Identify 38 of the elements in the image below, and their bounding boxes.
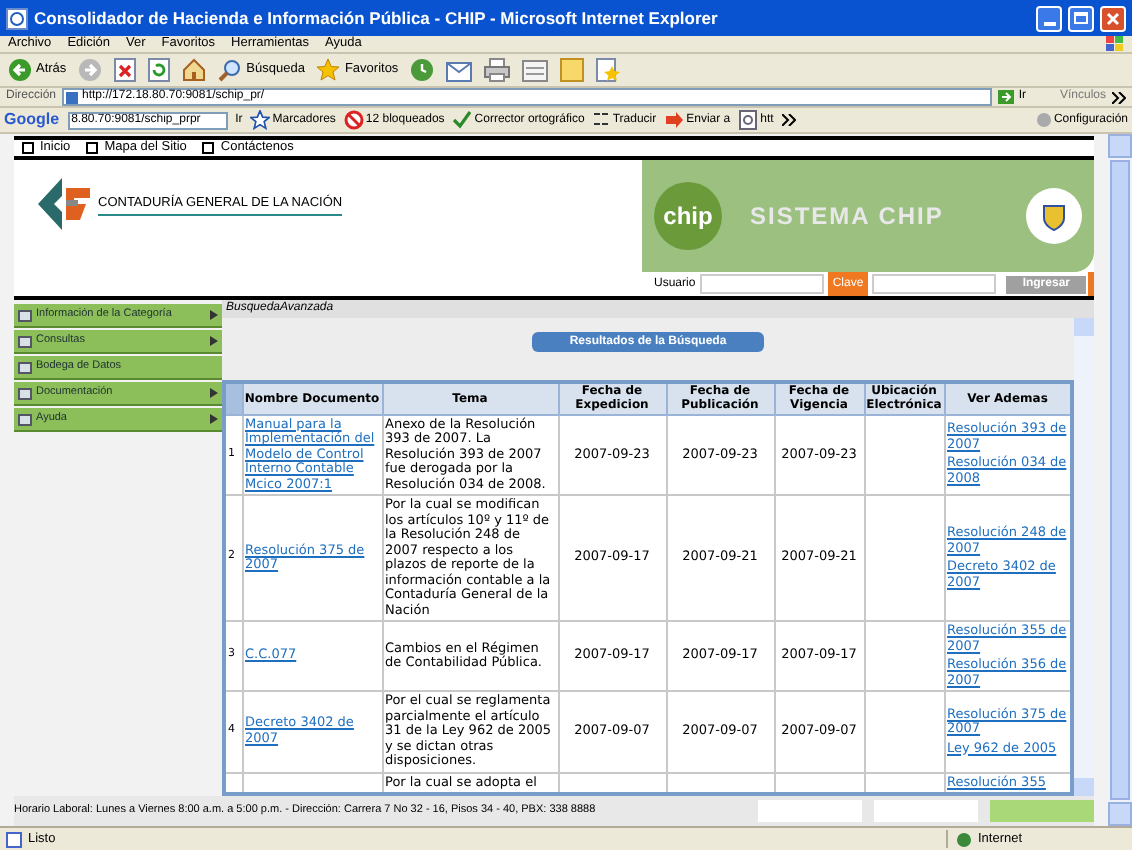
history-icon — [410, 58, 435, 82]
home-icon — [182, 58, 207, 82]
chevron-icon — [1112, 91, 1126, 103]
refresh-icon — [148, 58, 171, 82]
spellcheck-icon — [452, 110, 473, 130]
scrollbar[interactable] — [1108, 134, 1132, 826]
maximize-button[interactable] — [1068, 5, 1094, 31]
star-icon — [316, 58, 341, 82]
globe-icon — [956, 831, 972, 847]
org-logo-icon — [38, 178, 94, 230]
user-field[interactable] — [699, 274, 825, 294]
stop-icon — [114, 58, 137, 82]
minimize-button[interactable] — [1036, 5, 1062, 31]
banner-placeholder — [990, 800, 1094, 822]
back-icon — [8, 58, 32, 82]
forward-icon — [78, 58, 103, 82]
star-icon — [250, 110, 271, 130]
blocked-icon — [343, 110, 364, 130]
go-arrow-icon — [998, 90, 1015, 104]
scrollbar[interactable] — [1074, 318, 1094, 796]
browser-icon — [6, 7, 28, 29]
window-title: Consolidador de Hacienda e Información Pública - CHIP - Microsoft Internet Explorer — [34, 5, 720, 31]
research-icon — [596, 58, 621, 82]
shield-icon — [1040, 200, 1068, 232]
system-title: SISTEMA CHIP — [750, 200, 946, 234]
windows-logo-icon — [1106, 36, 1124, 52]
send-icon — [664, 110, 685, 130]
close-icon — [1106, 11, 1120, 25]
close-button[interactable] — [1100, 5, 1126, 31]
note-icon — [560, 58, 585, 82]
chevron-icon — [781, 114, 796, 126]
mail-icon — [446, 59, 473, 81]
password-field[interactable] — [871, 274, 997, 294]
search-icon — [218, 58, 243, 82]
chip-logo: chip — [654, 182, 722, 250]
google-logo: Google — [4, 108, 60, 132]
printer-icon — [484, 58, 511, 82]
document-icon — [522, 59, 549, 81]
